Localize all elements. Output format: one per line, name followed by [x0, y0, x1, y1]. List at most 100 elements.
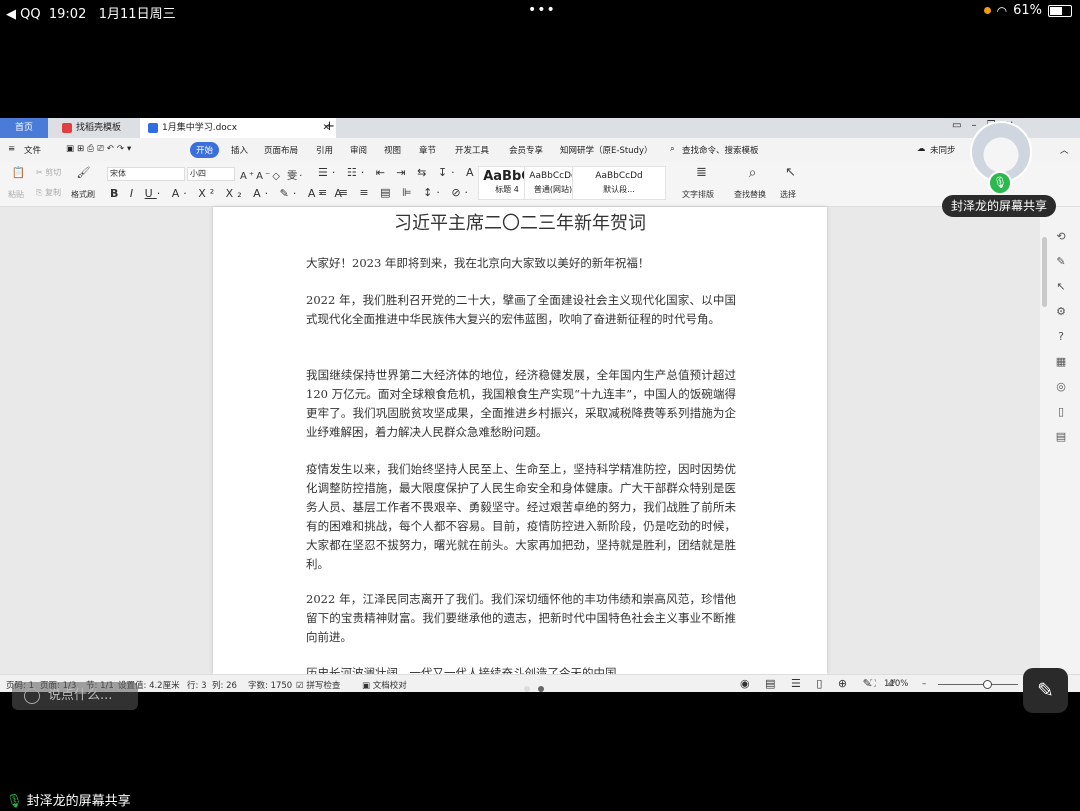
menu-reference[interactable]: 引用: [316, 144, 333, 156]
tab-document[interactable]: 1月集中学习.docx ✕: [140, 118, 336, 138]
style-sample-3: AaBbCcDd: [595, 171, 643, 181]
pen-edit-icon[interactable]: ✎: [1054, 255, 1068, 269]
document-canvas: 习近平主席二〇二三年新年贺词 大家好！2023 年即将到来，我在北京向大家致以美…: [0, 207, 1040, 680]
menu-page-layout[interactable]: 页面布局: [264, 144, 298, 156]
new-tab-button[interactable]: +: [324, 119, 335, 134]
font-select[interactable]: 宋体: [107, 167, 185, 181]
screen-share-label: 封泽龙的屏幕共享: [942, 195, 1056, 217]
find-replace-icon[interactable]: ⌕: [746, 165, 759, 181]
recording-indicator-icon: [983, 7, 991, 14]
location-icon[interactable]: ◎: [1054, 380, 1068, 394]
find-replace-label[interactable]: 查找替换: [734, 189, 766, 200]
help-icon[interactable]: ?: [1054, 330, 1068, 344]
pointer-icon[interactable]: ↖: [1054, 280, 1068, 294]
settings-slider-icon[interactable]: ⚙: [1054, 305, 1068, 319]
text-layout-label[interactable]: 文字排版: [682, 189, 714, 200]
wifi-icon: ◠: [996, 3, 1008, 18]
menu-file[interactable]: 文件: [24, 144, 41, 156]
command-search[interactable]: 查找命令、搜索模板: [682, 144, 759, 156]
format-painter-icon[interactable]: 🖌: [77, 166, 91, 179]
page-dot-2[interactable]: [538, 686, 544, 692]
emoji-icon[interactable]: [24, 687, 40, 704]
battery-percent: 61%: [1013, 3, 1042, 18]
select-cursor-icon[interactable]: ↖: [784, 165, 797, 180]
copy-label: 复制: [44, 188, 61, 197]
doc-proofread-label: 文档校对: [372, 681, 407, 691]
tile-icon[interactable]: ▭: [952, 120, 971, 131]
zoom-slider[interactable]: [938, 680, 1018, 689]
docer-icon: [62, 122, 72, 133]
document-page[interactable]: 习近平主席二〇二三年新年贺词 大家好！2023 年即将到来，我在北京向大家致以美…: [213, 207, 827, 680]
cut-button[interactable]: ✂ 剪切: [36, 167, 61, 178]
font-size-tools[interactable]: A⁺A⁻◇ 雯·: [240, 167, 304, 182]
back-to-app[interactable]: ◀ QQ: [6, 7, 41, 22]
font-size: 小四: [190, 169, 206, 178]
date: 1月11日周三: [98, 7, 176, 22]
format-painter-label[interactable]: 格式刷: [71, 189, 95, 200]
style-default[interactable]: AaBbCcDd 默认段...: [572, 166, 666, 200]
menu-start[interactable]: 开始: [190, 142, 220, 158]
vertical-scrollbar[interactable]: [1042, 237, 1047, 307]
paragraph-tools-row2[interactable]: ≡ ≡ ≡ ▤ ⊫ ↕· ⊘· ⊞·: [318, 186, 500, 199]
bottom-mic-icon: 🎙: [6, 794, 23, 809]
select-label[interactable]: 选择: [780, 189, 796, 200]
collapse-ribbon-icon[interactable]: ︿: [1060, 144, 1069, 156]
tab-home[interactable]: 首页: [0, 118, 48, 138]
copy-button[interactable]: ⎘ 复制: [36, 187, 61, 198]
menu-dev-tools[interactable]: 开发工具: [455, 144, 489, 156]
right-side-panel: ⟲ ✎ ↖ ⚙ ? ▦ ◎ ▯ ▤: [1040, 207, 1080, 674]
book-icon[interactable]: ▯: [1054, 405, 1068, 419]
status-words[interactable]: 字数: 1750: [248, 679, 292, 691]
menu-chapter[interactable]: 章节: [419, 144, 436, 156]
spell-check[interactable]: ☑ 拼写检查: [296, 679, 340, 691]
multitask-dots-icon[interactable]: •••: [528, 2, 556, 18]
menu-view[interactable]: 视图: [384, 144, 401, 156]
paste-icon[interactable]: 📋: [12, 166, 26, 179]
status-col: 列: 26: [212, 681, 237, 691]
tab-document-label: 1月集中学习.docx: [162, 123, 238, 133]
microphone-icon[interactable]: 🎙: [988, 171, 1012, 195]
paste-label[interactable]: 粘贴: [8, 189, 24, 200]
edit-form-icon[interactable]: ▤: [1054, 430, 1068, 444]
quick-tools[interactable]: ▣⊞⎙⎚↶↷▾: [66, 144, 134, 154]
battery-icon: [1048, 4, 1072, 17]
zoom-level[interactable]: 110%: [884, 679, 908, 689]
style-name-3: 默认段...: [603, 185, 635, 194]
chat-input[interactable]: 说点什么...: [12, 682, 138, 710]
text-format-tools[interactable]: B I U· A· X² X₂ A· ✎· A· A: [110, 187, 346, 200]
doc-proofread[interactable]: ▣ 文档校对: [362, 679, 407, 691]
status-row: 行: 3: [187, 681, 207, 691]
fit-page-icon[interactable]: ⛶: [870, 679, 876, 689]
clock: 19:02: [48, 7, 87, 22]
menu-cnki[interactable]: 知网研学（原E-Study）: [560, 144, 652, 156]
zoom-out-icon[interactable]: –: [922, 679, 926, 689]
sync-status[interactable]: 未同步: [930, 144, 956, 156]
hamburger-icon[interactable]: ≡: [8, 144, 15, 154]
ai-assistant-icon[interactable]: ⟲: [1054, 230, 1068, 244]
cloud-sync-icon[interactable]: ☁: [917, 144, 926, 154]
paragraph-3: 我国继续保持世界第二大经济体的地位，经济稳健发展，全年国内生产总值预计超过 12…: [306, 368, 736, 439]
zoom-slider-thumb[interactable]: [983, 680, 992, 689]
page-dot-1[interactable]: [524, 686, 530, 692]
calendar-icon[interactable]: ▦: [1054, 355, 1068, 369]
size-select[interactable]: 小四: [187, 167, 235, 181]
document-title: 习近平主席二〇二三年新年贺词: [394, 213, 646, 234]
page-indicator[interactable]: [524, 686, 544, 692]
ipad-status-bar: ◀ QQ 19:02 1月11日周三 ••• ◠ 61%: [0, 0, 1080, 24]
menu-vip[interactable]: 会员专享: [509, 144, 543, 156]
chat-placeholder: 说点什么...: [48, 688, 113, 703]
menu-insert[interactable]: 插入: [231, 144, 248, 156]
ribbon-start: 📋 粘贴 ✂ 剪切 ⎘ 复制 🖌 格式刷 宋体 小四 A⁺A⁻◇ 雯· B I …: [0, 162, 1080, 207]
wps-window: 首页 找稻壳模板 1月集中学习.docx✕ + ▭–❐✕ ≡ 文件 ▣⊞⎙⎚↶↷…: [0, 118, 1080, 692]
view-mode-icons[interactable]: ◉ ▤ ☰ ▯ ⊕ ✎ ✐: [740, 677, 903, 690]
bottom-share-info: 🎙 封泽龙的屏幕共享: [6, 790, 131, 809]
cut-label: 剪切: [45, 168, 62, 177]
search-icon[interactable]: ⌕: [670, 144, 675, 154]
text-layout-icon[interactable]: ≣: [695, 165, 708, 180]
annotate-pen-icon[interactable]: ✎: [1023, 668, 1068, 713]
menu-review[interactable]: 审阅: [350, 144, 367, 156]
tab-template-label: 找稻壳模板: [76, 123, 122, 133]
tab-template[interactable]: 找稻壳模板: [54, 118, 150, 138]
bottom-share-label: 封泽龙的屏幕共享: [26, 794, 131, 809]
paragraph-4: 疫情发生以来，我们始终坚持人民至上、生命至上，坚持科学精准防控，因时因势优化调整…: [306, 462, 736, 571]
